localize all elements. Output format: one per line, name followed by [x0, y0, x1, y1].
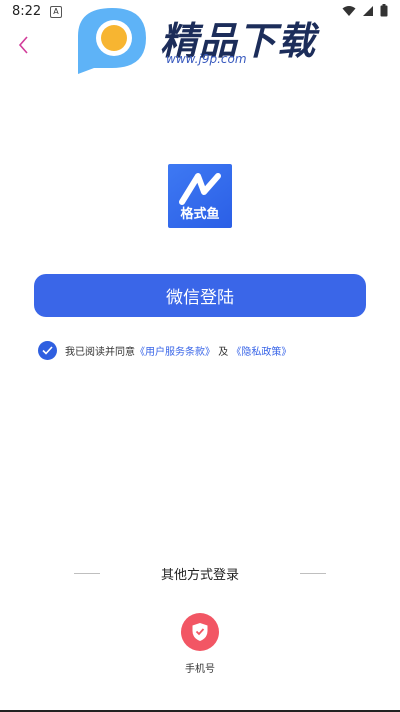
- watermark-url: www.j9p.com: [166, 52, 247, 66]
- back-chevron-icon: [18, 36, 28, 54]
- other-login-title: 其他方式登录: [160, 567, 239, 583]
- agreement-row: 我已阅读并同意《用户服务条款》 及 《隐私政策》: [38, 341, 291, 360]
- agreement-checkbox[interactable]: [38, 341, 57, 360]
- watermark-logo: 精品下载 www.j9p.com: [72, 2, 342, 82]
- status-time: 8:22: [12, 4, 42, 19]
- signal-icon: [363, 5, 373, 16]
- shield-check-icon: [192, 623, 208, 641]
- agreement-text: 我已阅读并同意《用户服务条款》 及 《隐私政策》: [65, 343, 291, 358]
- other-login-header: 其他方式登录: [74, 562, 326, 584]
- service-terms-link[interactable]: 《用户服务条款》: [135, 347, 215, 358]
- phone-login-button[interactable]: [181, 613, 219, 651]
- agreement-conjunction: 及: [218, 347, 229, 358]
- wechat-login-button[interactable]: 微信登陆: [34, 274, 366, 317]
- check-icon: [42, 346, 53, 355]
- privacy-policy-link[interactable]: 《隐私政策》: [231, 347, 291, 358]
- back-button[interactable]: [12, 32, 34, 58]
- battery-icon: [380, 4, 388, 17]
- status-icons: [342, 4, 388, 17]
- divider-right: [299, 572, 326, 574]
- app-logo-name: 格式鱼: [180, 207, 220, 222]
- app-logo: 格式鱼: [168, 164, 232, 228]
- phone-login-label: 手机号: [185, 664, 215, 675]
- divider-left: [74, 572, 100, 574]
- wifi-icon: [342, 5, 356, 16]
- agreement-prefix: 我已阅读并同意: [65, 347, 135, 358]
- notification-a-icon: A: [50, 6, 62, 18]
- watermark-p-icon: [78, 8, 146, 74]
